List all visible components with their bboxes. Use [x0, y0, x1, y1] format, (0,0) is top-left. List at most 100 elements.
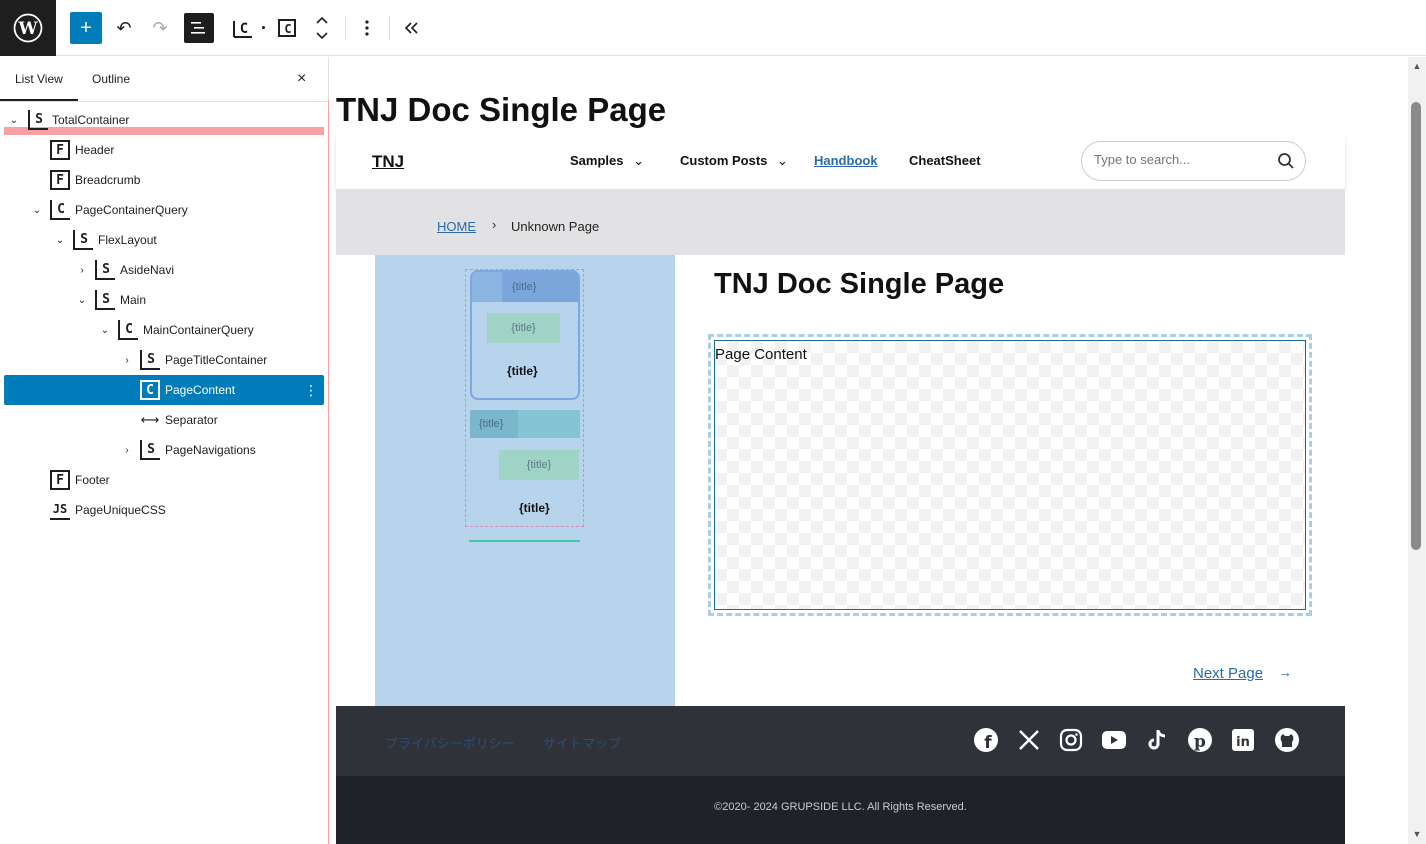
- chevron-double-left-icon: [404, 22, 418, 34]
- page-content-placeholder: Page Content: [714, 340, 1306, 610]
- aside-card-header-accent: [472, 272, 502, 302]
- main-title[interactable]: TNJ Doc Single Page: [714, 268, 1004, 301]
- tiktok-icon[interactable]: [1143, 726, 1171, 754]
- toolbar-divider: [345, 16, 346, 40]
- redo-icon: ↷: [152, 17, 168, 38]
- canvas-scrollbar[interactable]: ▲ ▼: [1408, 57, 1426, 844]
- page-content-label: Page Content: [715, 346, 807, 363]
- scroll-down-icon[interactable]: ▼: [1408, 829, 1426, 839]
- page-content-block[interactable]: Page Content: [708, 334, 1312, 616]
- x-icon[interactable]: [1015, 726, 1043, 754]
- toolbar-divider: [389, 16, 390, 40]
- wordpress-logo-button[interactable]: W: [0, 0, 56, 56]
- chevron-down-icon[interactable]: ⌄: [8, 115, 20, 126]
- search-icon[interactable]: [1277, 152, 1295, 170]
- row-options-icon[interactable]: ⋮: [304, 382, 318, 399]
- scroll-up-icon[interactable]: ▲: [1408, 61, 1426, 71]
- chevron-down-icon[interactable]: ⌄: [31, 205, 43, 216]
- tree-row-main[interactable]: ⌄ S Main: [4, 285, 324, 315]
- sidebar-tabs: List View Outline ×: [0, 57, 328, 102]
- aside-navigation: {title} {title} {title} {title} {title} …: [375, 255, 675, 706]
- search-input[interactable]: [1094, 152, 1264, 167]
- chevron-down-icon[interactable]: ⌄: [54, 235, 66, 246]
- tree-row-breadcrumb[interactable]: F Breadcrumb: [4, 165, 324, 195]
- tree-row-label: PageNavigations: [165, 443, 256, 457]
- aside-card[interactable]: {title} {title} {title}: [470, 270, 580, 400]
- tree-row-pageuniquecss[interactable]: JS PageUniqueCSS: [4, 495, 324, 525]
- tree-row-asidenavi[interactable]: › S AsideNavi: [4, 255, 324, 285]
- scrollbar-thumb[interactable]: [1411, 102, 1421, 550]
- block-type-button[interactable]: C: [271, 12, 303, 44]
- next-page-link[interactable]: Next Page: [1193, 665, 1263, 682]
- aside-card-chip: {title}: [487, 313, 560, 343]
- chevron-down-icon[interactable]: ⌄: [99, 325, 111, 336]
- container-query-block-icon: C: [118, 320, 138, 340]
- nav-item-samples[interactable]: Samples ⌄: [570, 153, 644, 169]
- tree-row-flexlayout[interactable]: ⌄ S FlexLayout: [4, 225, 324, 255]
- tree-row-label: TotalContainer: [52, 113, 130, 127]
- site-header: TNJ Samples ⌄ Custom Posts ⌄ Handbook Ch…: [336, 135, 1345, 189]
- nav-item-cheatsheet[interactable]: CheatSheet: [909, 153, 981, 168]
- toolbar-dot: [262, 26, 265, 29]
- tree-row-pagetitlecontainer[interactable]: › S PageTitleContainer: [4, 345, 324, 375]
- tab-list-view[interactable]: List View: [15, 72, 63, 86]
- collapse-toolbar-button[interactable]: [395, 12, 427, 44]
- breadcrumb-home-link[interactable]: HOME: [437, 219, 476, 234]
- youtube-icon[interactable]: [1100, 726, 1128, 754]
- pinterest-icon[interactable]: p: [1186, 726, 1214, 754]
- svg-text:W: W: [17, 19, 38, 39]
- nav-item-custom-posts[interactable]: Custom Posts ⌄: [680, 153, 788, 169]
- drop-indicator-vertical: [328, 100, 329, 844]
- facebook-icon[interactable]: f: [972, 726, 1000, 754]
- more-options-button[interactable]: [351, 12, 383, 44]
- footer-link-sitemap[interactable]: サイトマップ: [543, 733, 621, 752]
- block-pattern-c-button[interactable]: C: [227, 12, 259, 44]
- list-view-button[interactable]: [184, 13, 214, 43]
- undo-button[interactable]: ↶: [108, 12, 140, 44]
- copyright-text: ©2020- 2024 GRUPSIDE LLC. All Rights Res…: [714, 801, 967, 813]
- aside-card-title: {title}: [512, 281, 537, 293]
- nav-item-handbook[interactable]: Handbook: [814, 153, 878, 168]
- nav-label: Custom Posts: [680, 153, 768, 168]
- add-block-button[interactable]: +: [70, 12, 102, 44]
- section-block-icon: S: [95, 290, 115, 310]
- github-icon[interactable]: [1273, 726, 1301, 754]
- tree-row-label: FlexLayout: [98, 233, 157, 247]
- redo-button[interactable]: ↷: [144, 12, 176, 44]
- tree-row-separator[interactable]: ⟷ Separator: [4, 405, 324, 435]
- chevron-down-icon[interactable]: ⌄: [76, 295, 88, 306]
- chevron-right-icon[interactable]: ›: [121, 355, 133, 366]
- tree-row-pagecontainerquery[interactable]: ⌄ C PageContainerQuery: [4, 195, 324, 225]
- undo-icon: ↶: [116, 17, 132, 38]
- javascript-block-icon: JS: [50, 500, 70, 520]
- tree-row-totalcontainer[interactable]: ⌄ S TotalContainer: [4, 105, 324, 135]
- page-title[interactable]: TNJ Doc Single Page: [336, 91, 666, 129]
- linkedin-icon[interactable]: in: [1229, 726, 1257, 754]
- search-box: [1081, 141, 1306, 181]
- footer-link-privacy[interactable]: プライバシーポリシー: [385, 733, 515, 752]
- tree-row-label: Footer: [75, 473, 110, 487]
- chevron-right-icon[interactable]: ›: [76, 265, 88, 276]
- content-block-icon: C: [140, 380, 160, 400]
- tree-row-header[interactable]: F Header: [4, 135, 324, 165]
- tree-row-label: Main: [120, 293, 147, 307]
- tree-row-footer[interactable]: F Footer: [4, 465, 324, 495]
- section-block-icon: S: [140, 350, 160, 370]
- aside-card-2-header[interactable]: {title}: [470, 410, 580, 438]
- tree-row-pagenavigations[interactable]: › S PageNavigations: [4, 435, 324, 465]
- aside-separator: [469, 540, 580, 542]
- move-up-down-button[interactable]: [306, 12, 338, 44]
- tree-row-maincontainerquery[interactable]: ⌄ C MainContainerQuery: [4, 315, 324, 345]
- tree-row-pagecontent[interactable]: C PageContent ⋮: [4, 375, 324, 405]
- tab-outline[interactable]: Outline: [92, 72, 130, 86]
- tree-row-label: AsideNavi: [120, 263, 175, 277]
- chevron-right-icon[interactable]: ›: [121, 445, 133, 456]
- instagram-icon[interactable]: [1057, 726, 1085, 754]
- section-block-icon: S: [95, 260, 115, 280]
- aside-card-title: {title}: [479, 418, 504, 430]
- svg-text:f: f: [984, 733, 992, 753]
- svg-text:C: C: [240, 21, 248, 37]
- breadcrumb-current: Unknown Page: [511, 219, 600, 234]
- site-brand-link[interactable]: TNJ: [372, 152, 404, 172]
- close-sidebar-button[interactable]: ×: [297, 70, 306, 88]
